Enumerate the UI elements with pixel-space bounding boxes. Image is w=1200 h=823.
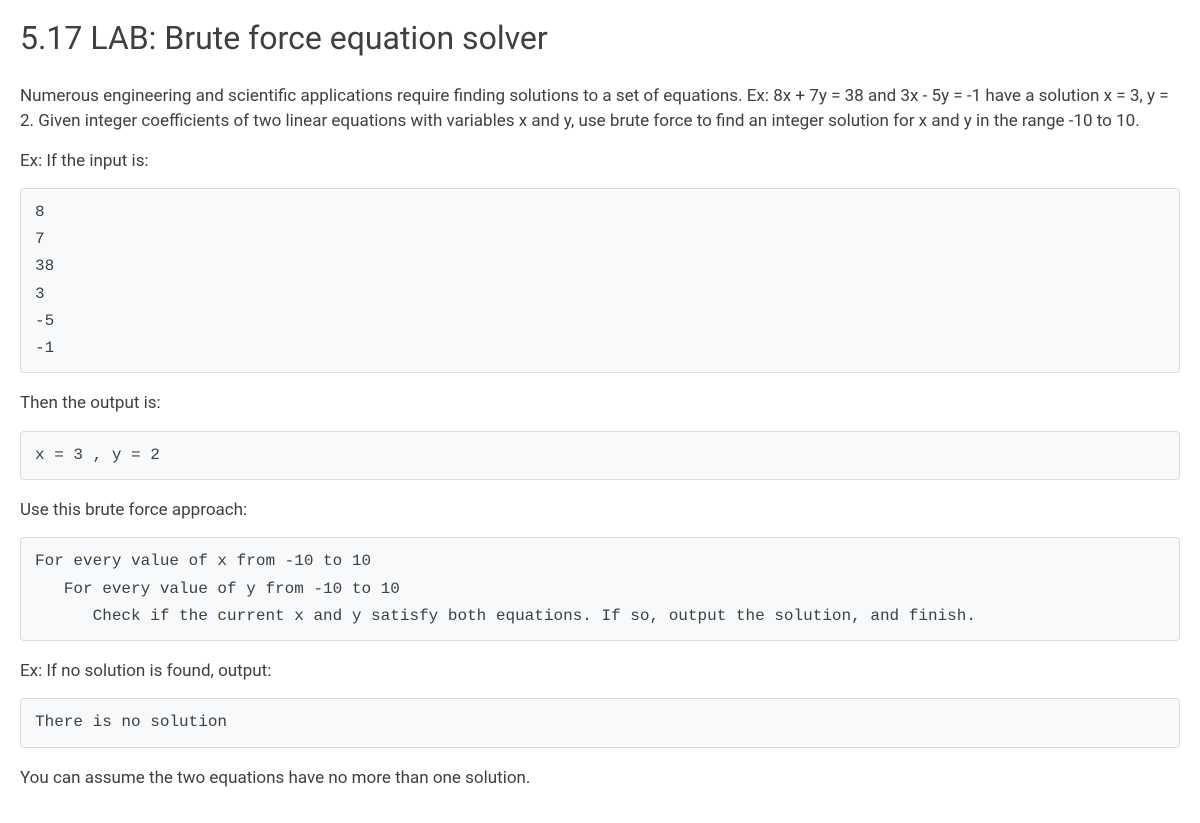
intro-paragraph: Numerous engineering and scientific appl… bbox=[20, 84, 1180, 135]
no-solution-code-block: There is no solution bbox=[20, 698, 1180, 747]
no-solution-label: Ex: If no solution is found, output: bbox=[20, 659, 1180, 685]
example-input-label: Ex: If the input is: bbox=[20, 149, 1180, 175]
use-approach-label: Use this brute force approach: bbox=[20, 498, 1180, 524]
input-code-block: 8 7 38 3 -5 -1 bbox=[20, 188, 1180, 373]
then-output-label: Then the output is: bbox=[20, 391, 1180, 417]
algorithm-code-block: For every value of x from -10 to 10 For … bbox=[20, 537, 1180, 641]
output-code-block: x = 3 , y = 2 bbox=[20, 431, 1180, 480]
assume-note: You can assume the two equations have no… bbox=[20, 766, 1180, 792]
page-title: 5.17 LAB: Brute force equation solver bbox=[20, 18, 1180, 60]
